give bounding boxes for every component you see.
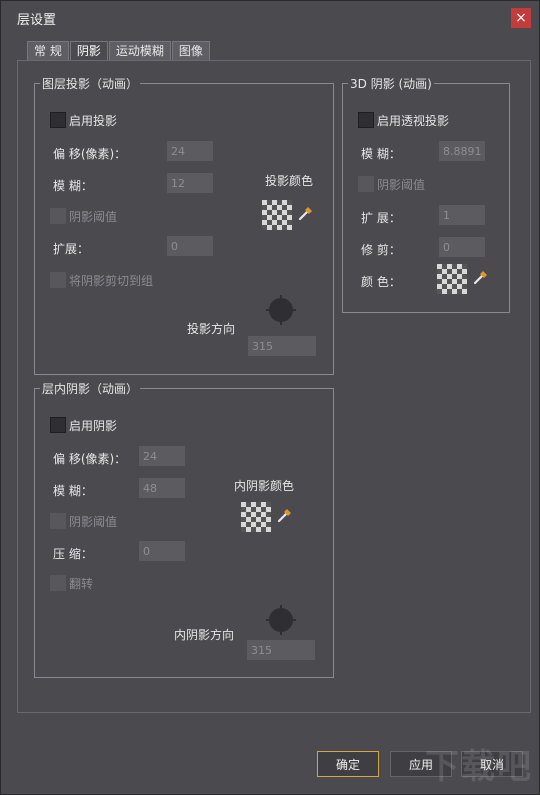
direction-label: 投影方向: [187, 322, 236, 336]
flip-checkbox[interactable]: [50, 575, 66, 591]
inner-threshold-checkbox[interactable]: [50, 513, 66, 529]
inner-shadow-title: 层内阴影（动画）: [40, 380, 141, 397]
inner-blur-label: 模 糊：: [53, 484, 93, 498]
drop-shadow-threshold-label: 阴影阈值: [69, 210, 118, 224]
title-bar: 层设置 ×: [1, 1, 539, 33]
direction-dial-icon[interactable]: [265, 294, 297, 326]
shadow-3d-blur-label: 模 糊：: [361, 147, 401, 161]
compress-input[interactable]: 0: [139, 541, 185, 561]
shadow-3d-blur-input[interactable]: 8.8891: [439, 141, 485, 161]
expand-input[interactable]: 0: [167, 236, 213, 256]
blur-label: 模 糊：: [53, 179, 93, 193]
direction-input[interactable]: 315: [248, 336, 316, 356]
tab-shadow[interactable]: 阴影: [69, 41, 108, 61]
enable-inner-shadow-label: 启用阴影: [69, 419, 118, 433]
inner-offset-label: 偏 移(像素)：: [53, 452, 127, 466]
eyedropper-icon[interactable]: [472, 268, 490, 286]
tab-content-shadow: 图层投影（动画） 启用投影 偏 移(像素)： 24 模 糊： 12 投影颜色 阴…: [17, 60, 531, 713]
eyedropper-icon[interactable]: [297, 204, 315, 222]
tab-bar: 常 规 阴影 运动模糊 图像: [27, 41, 211, 61]
inner-blur-input[interactable]: 48: [139, 478, 185, 498]
shadow-3d-title: 3D 阴影 (动画): [348, 75, 434, 92]
shadow-3d-trim-input[interactable]: 0: [439, 237, 485, 257]
drop-shadow-threshold-checkbox[interactable]: [50, 208, 66, 224]
dialog-title: 层设置: [17, 13, 57, 28]
enable-drop-shadow-checkbox[interactable]: [50, 112, 66, 128]
drop-shadow-color-swatch[interactable]: [262, 200, 292, 230]
shadow-3d-trim-label: 修 剪：: [361, 243, 401, 257]
inner-threshold-label: 阴影阈值: [69, 515, 118, 529]
clip-to-group-label: 将阴影剪切到组: [69, 274, 154, 288]
clip-to-group-checkbox[interactable]: [50, 272, 66, 288]
shadow-3d-group: 3D 阴影 (动画) 启用透视投影 模 糊： 8.8891 阴影阈值 扩 展： …: [342, 75, 510, 313]
enable-drop-shadow-label: 启用投影: [69, 114, 118, 128]
inner-shadow-color-swatch[interactable]: [241, 502, 271, 532]
compress-label: 压 缩：: [53, 547, 93, 561]
enable-perspective-shadow-checkbox[interactable]: [358, 112, 374, 128]
shadow-3d-expand-input[interactable]: 1: [439, 205, 485, 225]
inner-offset-input[interactable]: 24: [139, 446, 185, 466]
inner-color-label: 内阴影颜色: [234, 479, 295, 493]
offset-label: 偏 移(像素)：: [53, 147, 127, 161]
color-label: 投影颜色: [265, 174, 314, 188]
inner-direction-input[interactable]: 315: [247, 640, 315, 660]
flip-label: 翻转: [69, 577, 94, 591]
shadow-3d-threshold-checkbox[interactable]: [358, 176, 374, 192]
expand-label: 扩展：: [53, 242, 90, 256]
shadow-3d-expand-label: 扩 展：: [361, 211, 401, 225]
drop-shadow-title: 图层投影（动画）: [40, 75, 141, 92]
ok-button[interactable]: 确定: [317, 751, 379, 777]
drop-shadow-group: 图层投影（动画） 启用投影 偏 移(像素)： 24 模 糊： 12 投影颜色 阴…: [34, 75, 334, 375]
tab-motion-blur[interactable]: 运动模糊: [108, 41, 171, 61]
direction-dial-icon[interactable]: [265, 604, 297, 636]
inner-direction-label: 内阴影方向: [174, 628, 235, 642]
tab-general[interactable]: 常 规: [27, 41, 69, 61]
watermark-logo: 下载吧: [425, 747, 533, 787]
shadow-3d-color-label: 颜 色：: [361, 275, 401, 289]
enable-perspective-shadow-label: 启用透视投影: [377, 114, 450, 128]
blur-input[interactable]: 12: [167, 173, 213, 193]
tab-image[interactable]: 图像: [171, 41, 210, 61]
eyedropper-icon[interactable]: [276, 506, 294, 524]
inner-shadow-group: 层内阴影（动画） 启用阴影 偏 移(像素)： 24 模 糊： 48 内阴影颜色 …: [34, 380, 334, 678]
shadow-3d-threshold-label: 阴影阈值: [377, 178, 426, 192]
offset-input[interactable]: 24: [167, 141, 213, 161]
close-icon: ×: [515, 10, 527, 26]
shadow-3d-color-swatch[interactable]: [437, 264, 467, 294]
enable-inner-shadow-checkbox[interactable]: [50, 417, 66, 433]
close-button[interactable]: ×: [511, 8, 531, 28]
layer-settings-dialog: 层设置 × 常 规 阴影 运动模糊 图像 图层投影（动画） 启用投影 偏 移(像…: [0, 0, 540, 795]
